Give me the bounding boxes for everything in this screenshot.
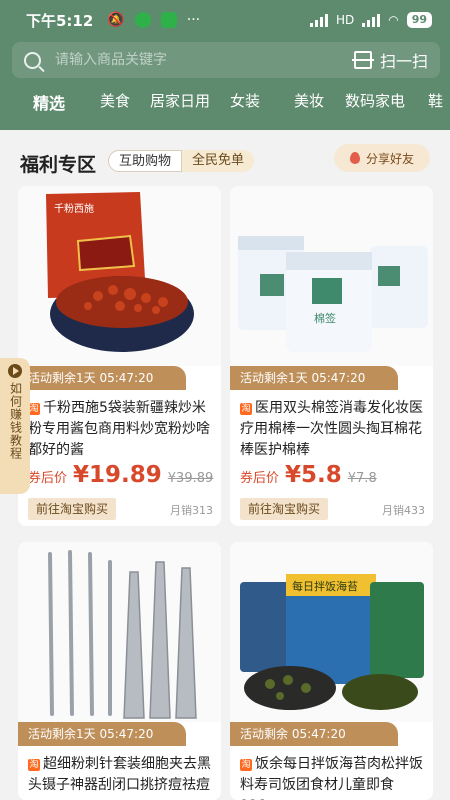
goto-taobao-button[interactable]: 前往淘宝购买 <box>28 498 117 520</box>
status-time: 下午5:12 <box>26 11 94 30</box>
battery-icon: 99 <box>406 12 432 28</box>
countdown-banner: 活动剩余1天 05:47:20 <box>18 366 186 390</box>
tab-digital[interactable]: 数码家电 <box>345 90 405 111</box>
countdown-banner: 活动剩余1天 05:47:20 <box>18 722 186 746</box>
price-label: 券后价 <box>28 471 68 486</box>
search-input[interactable] <box>55 52 354 68</box>
scan-label: 扫一扫 <box>379 52 428 71</box>
tab-food[interactable]: 美食 <box>100 90 130 111</box>
tag-free-order: 全民免单 <box>182 150 255 172</box>
share-label: 分享好友 <box>365 151 414 166</box>
price-label: 券后价 <box>240 471 280 486</box>
tab-home[interactable]: 居家日用 <box>150 90 210 111</box>
product-image: 每日拌饭海苔 <box>230 542 433 722</box>
product-card[interactable]: 棉签 活动剩余1天 05:47:20 淘医用双头棉签消毒发化妆医疗用棉棒一次性圆… <box>230 186 433 526</box>
product-card[interactable]: 千粉西施 活动剩余1天 05:47:20 淘千粉西施5袋装新疆辣炒米粉专用酱包商… <box>18 186 221 526</box>
coupon-price: ¥5.8 <box>285 462 342 488</box>
product-title: 淘千粉西施5袋装新疆辣炒米粉专用酱包商用料炒宽粉炒啥都好的酱 <box>28 398 213 461</box>
monthly-sales: 月销433 <box>382 504 425 517</box>
product-title: 淘超细粉刺针套装细胞夹去黑头镊子神器刮闭口挑挤痘祛痘 <box>28 754 213 796</box>
product-title-text: 饭余每日拌饭海苔肉松拌饭料寿司饭团食材儿童即食128g <box>240 756 423 800</box>
status-right: HD ◠ 99 <box>309 12 432 28</box>
share-button[interactable]: 分享好友 <box>334 144 430 172</box>
product-card[interactable]: 每日拌饭海苔 活动剩余 05:47:20 淘饭余每日拌饭海苔肉松拌饭料寿司饭团食… <box>230 542 433 800</box>
section-tags: 互助购物 全民免单 <box>108 150 255 172</box>
side-tab-label: 如何赚钱教程 <box>8 382 23 460</box>
scan-button[interactable]: 扫一扫 <box>351 48 428 72</box>
scan-icon <box>351 51 374 69</box>
image-label-text: 棉签 <box>314 311 336 325</box>
countdown-banner: 活动剩余 05:47:20 <box>230 722 398 746</box>
tab-women[interactable]: 女装 <box>230 90 260 111</box>
taobao-icon: 淘 <box>240 403 252 415</box>
original-price: ¥7.8 <box>347 471 377 486</box>
image-brand-text: 千粉西施 <box>54 202 94 215</box>
product-title: 淘医用双头棉签消毒发化妆医疗用棉棒一次性圆头掏耳棉花棒医护棉棒 <box>240 398 425 461</box>
goto-taobao-button[interactable]: 前往淘宝购买 <box>240 498 329 520</box>
original-price: ¥39.89 <box>167 471 214 486</box>
monthly-sales: 月销313 <box>170 504 213 517</box>
taobao-icon: 淘 <box>240 759 252 771</box>
price-row: 券后价 ¥5.8 ¥7.8 <box>240 462 377 488</box>
product-image: 千粉西施 <box>18 186 221 366</box>
header: 下午5:12 🔕 ··· HD ◠ 99 扫一扫 精选 美食 居家日用 女装 美… <box>0 0 450 130</box>
section-title: 福利专区 <box>20 154 97 176</box>
tab-shoes[interactable]: 鞋 <box>428 90 443 111</box>
bell-off-icon: 🔕 <box>107 12 125 28</box>
price-row: 券后价 ¥19.89 ¥39.89 <box>28 462 213 488</box>
product-card[interactable]: 活动剩余1天 05:47:20 淘超细粉刺针套装细胞夹去黑头镊子神器刮闭口挑挤痘… <box>18 542 221 800</box>
search-icon <box>24 51 41 69</box>
countdown-banner: 活动剩余1天 05:47:20 <box>230 366 398 390</box>
wifi-icon: ◠ <box>388 13 399 27</box>
tag-mutual-shopping: 互助购物 <box>108 150 183 172</box>
tab-beauty[interactable]: 美妆 <box>294 90 324 111</box>
taobao-icon: 淘 <box>28 759 40 771</box>
search-bar[interactable]: 扫一扫 <box>12 42 440 78</box>
wechat-icon <box>160 12 177 28</box>
signal-icon <box>309 13 328 27</box>
category-tabs: 精选 美食 居家日用 女装 美妆 数码家电 鞋 <box>0 88 450 116</box>
tab-featured[interactable]: 精选 <box>33 90 65 114</box>
product-title-text: 超细粉刺针套装细胞夹去黑头镊子神器刮闭口挑挤痘祛痘 <box>28 756 211 793</box>
product-title: 淘饭余每日拌饭海苔肉松拌饭料寿司饭团食材儿童即食128g <box>240 754 425 800</box>
product-title-text: 医用双头棉签消毒发化妆医疗用棉棒一次性圆头掏耳棉花棒医护棉棒 <box>240 400 423 458</box>
image-label-text: 每日拌饭海苔 <box>292 579 358 593</box>
product-title-text: 千粉西施5袋装新疆辣炒米粉专用酱包商用料炒宽粉炒啥都好的酱 <box>28 400 210 458</box>
earn-money-tutorial-tab[interactable]: 如何赚钱教程 <box>0 358 30 494</box>
play-icon <box>8 364 22 378</box>
product-image: 棉签 <box>230 186 433 366</box>
signal-2-icon <box>362 13 381 27</box>
coupon-price: ¥19.89 <box>73 462 162 488</box>
status-bar: 下午5:12 🔕 ··· HD ◠ 99 <box>0 0 450 40</box>
network-label: HD <box>335 13 355 27</box>
share-icon <box>349 152 360 164</box>
product-image <box>18 542 221 722</box>
security-app-icon <box>134 12 151 28</box>
more-icon: ··· <box>186 12 201 28</box>
